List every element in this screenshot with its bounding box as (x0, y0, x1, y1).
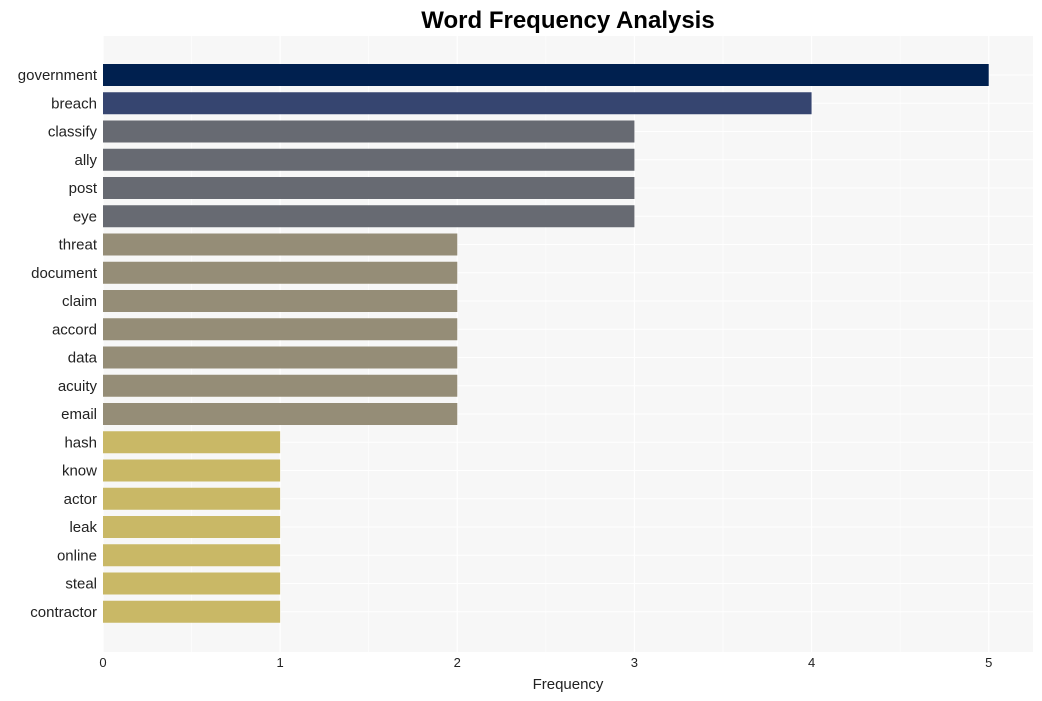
bar-know (103, 459, 281, 482)
y-tick-label-contractor: contractor (30, 604, 97, 621)
y-tick-label-acuity: acuity (58, 378, 98, 395)
y-tick-label-leak: leak (69, 519, 97, 536)
y-tick-label-claim: claim (62, 293, 97, 310)
y-tick-label-actor: actor (64, 491, 97, 508)
bar-classify (103, 120, 635, 143)
y-tick-label-hash: hash (64, 434, 97, 451)
bar-claim (103, 290, 458, 312)
bar-government (103, 64, 989, 86)
bar-acuity (103, 374, 458, 397)
y-tick-label-ally: ally (74, 152, 97, 169)
y-tick-label-steal: steal (65, 576, 97, 593)
y-tick-label-eye: eye (73, 208, 97, 225)
x-tick-label: 1 (277, 655, 284, 670)
x-tick-label: 5 (985, 655, 992, 670)
bar-threat (103, 233, 458, 256)
x-tick-label: 2 (454, 655, 461, 670)
bar-online (103, 544, 281, 567)
y-tick-labels: government breach classify ally post eye threa… (18, 67, 98, 621)
y-tick-label-breach: breach (51, 95, 97, 112)
bar-post (103, 177, 635, 199)
bar-data (103, 346, 458, 369)
word-frequency-chart: government breach classify ally post eye threa… (18, 7, 1033, 693)
x-tick-labels: 0 1 2 3 4 5 (99, 655, 992, 670)
y-tick-label-online: online (57, 547, 97, 564)
x-tick-label: 0 (99, 655, 106, 670)
bar-accord (103, 318, 458, 341)
bar-contractor (103, 600, 281, 623)
x-tick-label: 3 (631, 655, 638, 670)
y-tick-label-document: document (31, 265, 98, 282)
bar-steal (103, 572, 281, 595)
bar-eye (103, 205, 635, 228)
y-tick-label-email: email (61, 406, 97, 423)
bar-document (103, 261, 458, 284)
chart-title: Word Frequency Analysis (421, 7, 714, 34)
y-tick-label-classify: classify (48, 124, 98, 141)
y-tick-label-government: government (18, 67, 98, 84)
y-tick-label-threat: threat (59, 237, 98, 254)
bar-ally (103, 148, 635, 171)
x-axis-label: Frequency (533, 676, 604, 693)
bar-leak (103, 516, 281, 538)
y-tick-label-data: data (68, 350, 98, 367)
y-tick-label-know: know (62, 463, 97, 480)
y-tick-label-post: post (69, 180, 98, 197)
bar-breach (103, 92, 812, 115)
y-tick-label-accord: accord (52, 321, 97, 338)
bar-email (103, 403, 458, 425)
x-tick-label: 4 (808, 655, 815, 670)
bar-hash (103, 431, 281, 454)
bar-actor (103, 487, 281, 510)
